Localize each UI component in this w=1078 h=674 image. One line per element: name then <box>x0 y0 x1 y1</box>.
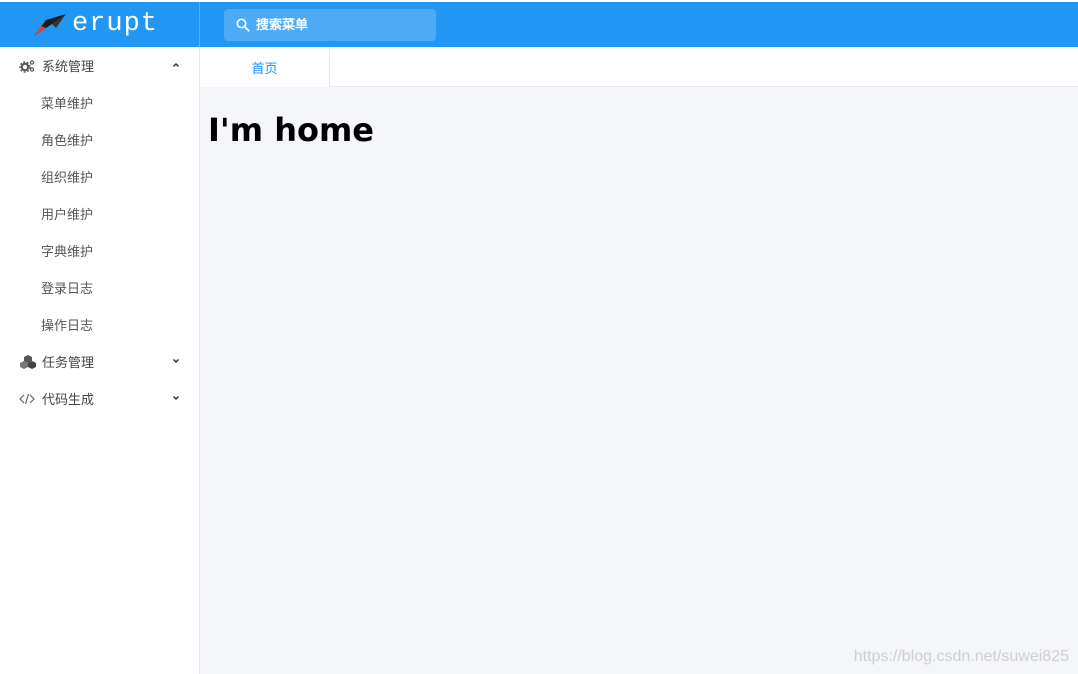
search-input[interactable] <box>256 17 426 33</box>
gears-icon <box>19 58 37 74</box>
sidebar: 系统管理 菜单维护 角色维护 组织维护 用户维护 字典维护 登录日志 操作日志 … <box>0 47 200 674</box>
bird-logo-icon <box>34 14 66 36</box>
logo[interactable]: erupt <box>0 2 200 47</box>
sidebar-item-role-maintenance[interactable]: 角色维护 <box>0 121 199 158</box>
menu-group-label: 任务管理 <box>42 356 95 371</box>
sidebar-item-org-maintenance[interactable]: 组织维护 <box>0 158 199 195</box>
menu-group-label: 代码生成 <box>42 393 95 408</box>
sidebar-item-dict-maintenance[interactable]: 字典维护 <box>0 232 199 269</box>
logo-text: erupt <box>72 9 159 39</box>
sidebar-item-operation-log[interactable]: 操作日志 <box>0 306 199 343</box>
chevron-down-icon <box>172 358 180 364</box>
chevron-down-icon <box>172 395 180 401</box>
menu-group-tasks[interactable]: 任务管理 <box>0 343 199 380</box>
menu-group-label: 系统管理 <box>42 60 95 75</box>
sidebar-item-user-maintenance[interactable]: 用户维护 <box>0 195 199 232</box>
search-box[interactable] <box>224 9 436 41</box>
page-heading: I'm home <box>208 111 374 149</box>
watermark: https://blog.csdn.net/suwei825 <box>853 648 1069 665</box>
main-content: I'm home <box>200 87 1078 674</box>
sidebar-item-login-log[interactable]: 登录日志 <box>0 269 199 306</box>
header-bar: erupt <box>0 2 1078 47</box>
code-icon <box>19 391 37 407</box>
menu-group-system[interactable]: 系统管理 <box>0 47 199 84</box>
sidebar-item-menu-maintenance[interactable]: 菜单维护 <box>0 84 199 121</box>
search-icon <box>236 18 250 32</box>
menu-group-codegen[interactable]: 代码生成 <box>0 380 199 417</box>
tab-bar: 首页 <box>200 47 1078 87</box>
tab-home[interactable]: 首页 <box>200 47 330 87</box>
cubes-icon <box>19 354 37 370</box>
chevron-up-icon <box>172 62 180 68</box>
